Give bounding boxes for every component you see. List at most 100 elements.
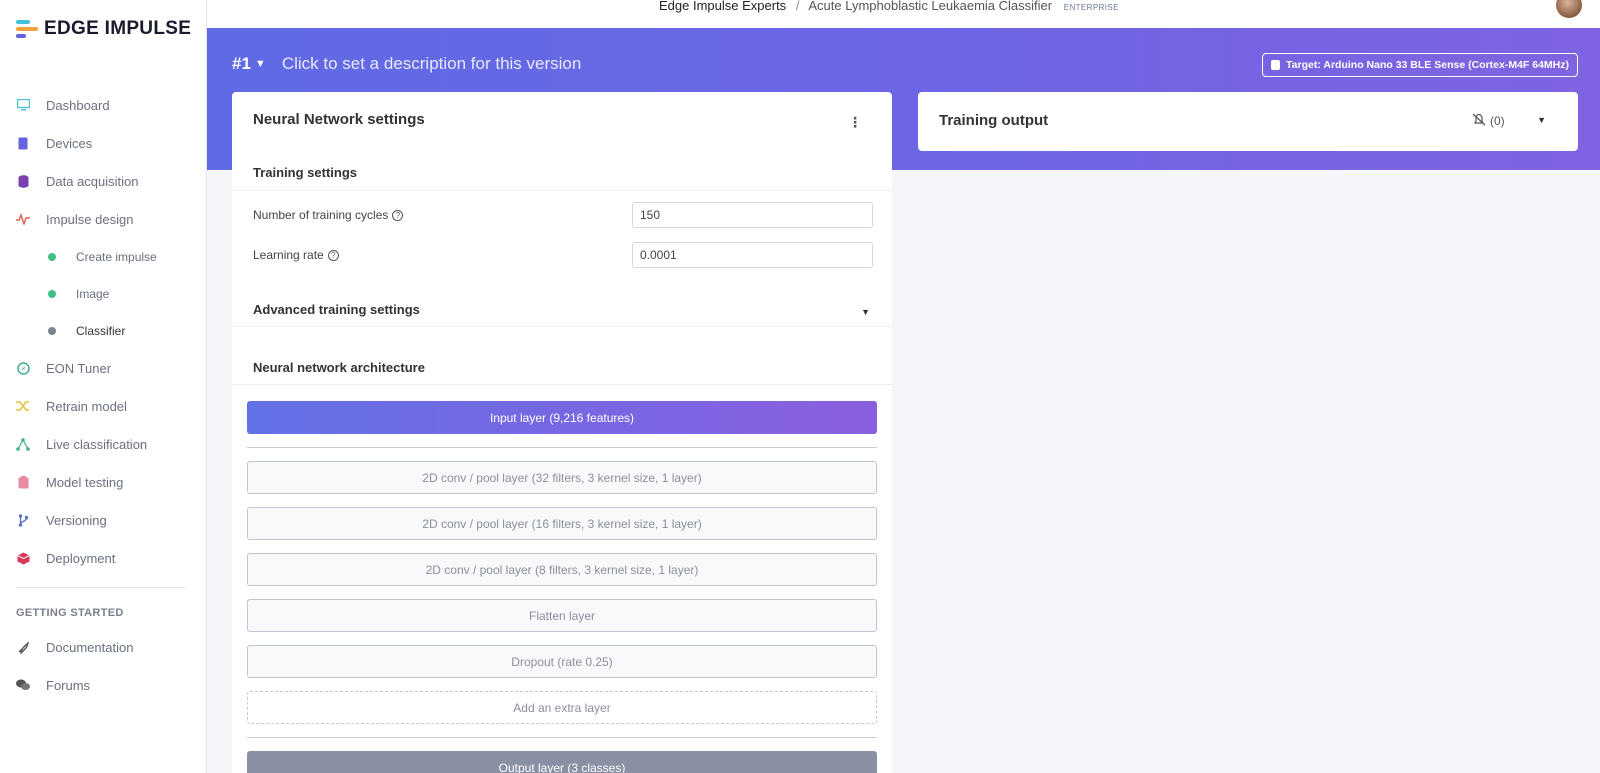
avatar[interactable] [1556, 0, 1582, 18]
training-cycles-label: Number of training cycles ? [253, 208, 404, 222]
status-dot [48, 252, 56, 261]
database-icon [16, 174, 30, 188]
network-icon [16, 437, 30, 451]
sidebar-subitem-label: Image [76, 286, 110, 301]
notifications-toggle[interactable]: (0) [1472, 113, 1505, 129]
learning-rate-label: Learning rate ? [253, 248, 339, 262]
field-label-text: Learning rate [253, 248, 324, 262]
target-label: Target: Arduino Nano 33 BLE Sense (Corte… [1286, 59, 1569, 71]
chip-icon [16, 136, 30, 150]
divider [232, 384, 892, 385]
architecture-title: Neural network architecture [253, 360, 425, 375]
divider [232, 190, 892, 191]
sidebar-item-live-classification[interactable]: Live classification [0, 425, 207, 463]
sidebar-item-impulse-design[interactable]: Impulse design [0, 200, 207, 238]
input-layer[interactable]: Input layer (9,216 features) [247, 401, 877, 434]
layer-flatten[interactable]: Flatten layer [247, 599, 877, 632]
rocket-icon [16, 640, 30, 654]
sidebar-subitem-label: Classifier [76, 323, 126, 338]
enterprise-badge: ENTERPRISE [1063, 3, 1119, 12]
target-device-button[interactable]: Target: Arduino Nano 33 BLE Sense (Corte… [1262, 53, 1578, 77]
sidebar-nav: Dashboard Devices Data acquisition Impul… [0, 86, 207, 704]
breadcrumb: Edge Impulse Experts / Acute Lymphoblast… [659, 0, 1119, 13]
caret-down-icon[interactable]: ▼ [861, 307, 870, 317]
sidebar-item-dashboard[interactable]: Dashboard [0, 86, 207, 124]
compass-icon [16, 361, 30, 375]
divider [247, 447, 877, 448]
sidebar-item-label: Retrain model [46, 398, 127, 414]
bell-slash-icon [1472, 113, 1486, 129]
status-dot [48, 326, 56, 335]
sidebar-item-label: EON Tuner [46, 360, 112, 376]
card-title: Neural Network settings [253, 111, 425, 128]
sidebar-item-data-acquisition[interactable]: Data acquisition [0, 162, 207, 200]
sidebar-item-label: Devices [46, 135, 93, 151]
output-layer[interactable]: Output layer (3 classes) [247, 751, 877, 773]
sidebar-subitem-label: Create impulse [76, 249, 157, 264]
sidebar-heading: GETTING STARTED [16, 607, 124, 619]
layer-conv-16[interactable]: 2D conv / pool layer (16 filters, 3 kern… [247, 507, 877, 540]
sidebar-item-label: Data acquisition [46, 173, 139, 189]
brand-logo[interactable]: EDGE IMPULSE [16, 18, 191, 40]
chip-icon [1271, 60, 1281, 70]
training-output-card: Training output (0) ▼ [918, 92, 1578, 151]
more-options-icon[interactable]: ⋮ [848, 114, 862, 131]
shuffle-icon [16, 399, 30, 413]
clipboard-icon [16, 475, 30, 489]
branch-icon [16, 513, 30, 527]
divider [247, 737, 877, 738]
advanced-settings-toggle[interactable]: Advanced training settings [253, 302, 420, 317]
training-cycles-input[interactable] [632, 202, 873, 228]
sidebar-item-label: Versioning [46, 512, 107, 528]
breadcrumb-separator: / [795, 0, 800, 13]
top-bar: Edge Impulse Experts / Acute Lymphoblast… [207, 0, 1600, 28]
sidebar-item-forums[interactable]: Forums [0, 666, 207, 704]
chat-icon [16, 678, 30, 692]
sidebar-subitem-image[interactable]: Image [0, 275, 207, 312]
card-title: Training output [939, 112, 1049, 129]
field-label-text: Number of training cycles [253, 208, 389, 222]
layer-dropout[interactable]: Dropout (rate 0.25) [247, 645, 877, 678]
breadcrumb-project[interactable]: Acute Lymphoblastic Leukaemia Classifier [808, 0, 1052, 13]
notification-count: (0) [1490, 114, 1505, 128]
layer-conv-8[interactable]: 2D conv / pool layer (8 filters, 3 kerne… [247, 553, 877, 586]
sidebar-subitem-classifier[interactable]: Classifier [0, 312, 207, 349]
sidebar-item-deployment[interactable]: Deployment [0, 539, 207, 577]
sidebar-item-devices[interactable]: Devices [0, 124, 207, 162]
sidebar-item-model-testing[interactable]: Model testing [0, 463, 207, 501]
help-icon[interactable]: ? [327, 249, 339, 261]
sidebar-item-retrain-model[interactable]: Retrain model [0, 387, 207, 425]
pulse-icon [16, 212, 30, 226]
divider [232, 326, 892, 327]
nn-settings-card: Neural Network settings ⋮ Training setti… [232, 92, 892, 773]
sidebar-item-label: Dashboard [46, 97, 110, 113]
brand-name: EDGE IMPULSE [44, 18, 192, 39]
monitor-icon [16, 98, 30, 112]
version-number[interactable]: #1 [232, 54, 251, 74]
caret-down-icon[interactable]: ▼ [255, 58, 266, 70]
learning-rate-input[interactable] [632, 242, 873, 268]
sidebar: EDGE IMPULSE Dashboard Devices Data acqu… [0, 0, 207, 773]
layer-conv-32[interactable]: 2D conv / pool layer (32 filters, 3 kern… [247, 461, 877, 494]
version-description[interactable]: Click to set a description for this vers… [282, 54, 582, 74]
version-selector[interactable]: #1 ▼ Click to set a description for this… [232, 54, 581, 74]
breadcrumb-org[interactable]: Edge Impulse Experts [659, 0, 786, 13]
sidebar-item-label: Impulse design [46, 211, 134, 227]
sidebar-item-label: Forums [46, 677, 91, 693]
sidebar-item-label: Model testing [46, 474, 124, 490]
sidebar-item-label: Documentation [46, 639, 134, 655]
sidebar-divider [16, 587, 185, 588]
add-layer-button[interactable]: Add an extra layer [247, 691, 877, 724]
box-icon [16, 551, 30, 565]
logo-icon [16, 19, 38, 39]
training-settings-title: Training settings [253, 165, 358, 180]
sidebar-item-eon-tuner[interactable]: EON Tuner [0, 349, 207, 387]
sidebar-item-label: Deployment [46, 550, 116, 566]
help-icon[interactable]: ? [392, 209, 404, 221]
sidebar-subitem-create-impulse[interactable]: Create impulse [0, 238, 207, 275]
status-dot [48, 289, 56, 298]
sidebar-item-documentation[interactable]: Documentation [0, 628, 207, 666]
sidebar-item-versioning[interactable]: Versioning [0, 501, 207, 539]
sidebar-item-label: Live classification [46, 436, 148, 452]
caret-down-icon[interactable]: ▼ [1537, 115, 1546, 125]
